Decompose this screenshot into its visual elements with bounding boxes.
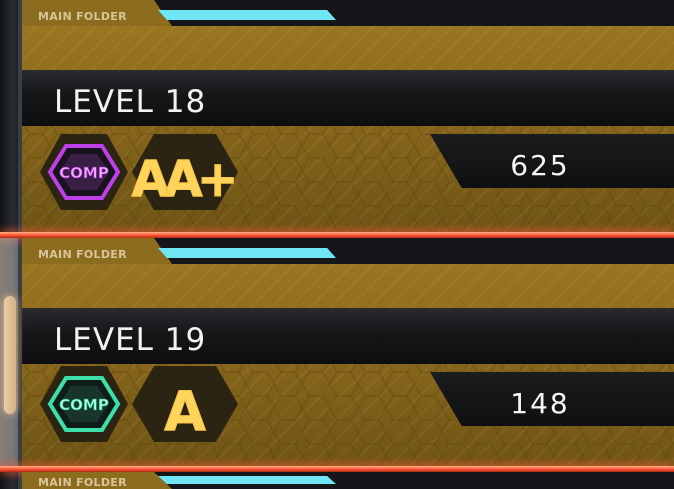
clear-comp-badge: COMP: [40, 134, 128, 210]
comp-label: COMP: [59, 396, 109, 414]
comp-label: COMP: [59, 164, 109, 182]
cyan-accent-bar: [158, 10, 336, 20]
level-card-18[interactable]: MAIN FOLDER LEVEL 18 COMP AA+ 625: [0, 0, 674, 232]
grade-badge: AA+: [131, 134, 240, 210]
folder-label: MAIN FOLDER: [38, 248, 127, 261]
level-card-next[interactable]: MAIN FOLDER: [0, 472, 674, 489]
score-value: 625: [510, 149, 570, 182]
level-title: LEVEL 19: [54, 322, 207, 358]
grade-label: AA+: [131, 150, 233, 208]
grade-badge: A: [132, 366, 238, 444]
selection-side-frame: [0, 238, 18, 466]
grade-label: A: [164, 380, 206, 443]
folder-label: MAIN FOLDER: [38, 476, 127, 489]
cyan-accent-bar: [158, 248, 336, 258]
song-select-stage: MAIN FOLDER LEVEL 18 COMP AA+ 625 MAIN F…: [0, 0, 674, 489]
cyan-accent-bar: [158, 476, 336, 484]
clear-comp-badge: COMP: [40, 366, 128, 442]
level-card-19[interactable]: MAIN FOLDER LEVEL 19 COMP A 148: [0, 238, 674, 470]
folder-label: MAIN FOLDER: [38, 10, 127, 23]
score-value: 148: [510, 387, 570, 420]
level-title: LEVEL 18: [54, 84, 207, 120]
